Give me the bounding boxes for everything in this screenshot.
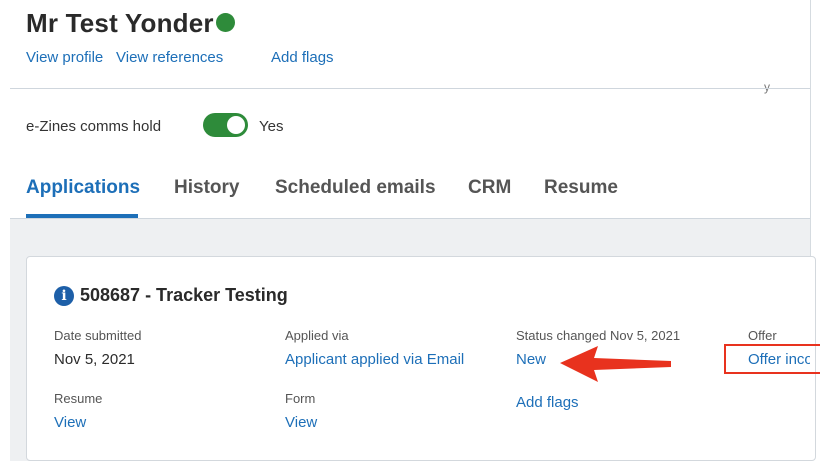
applied-via-label: Applied via (285, 328, 349, 343)
applied-via-link[interactable]: Applicant applied via Email (285, 351, 464, 368)
view-profile-link[interactable]: View profile (26, 49, 103, 66)
status-label: Status changed Nov 5, 2021 (516, 328, 681, 343)
online-status-icon (216, 13, 235, 32)
info-icon[interactable]: i (54, 286, 74, 306)
profile-header: Mr Test Yonder View profile View referen… (0, 0, 810, 88)
toggle-knob (227, 116, 245, 134)
tab-history[interactable]: History (174, 177, 239, 199)
header-divider (10, 88, 810, 89)
status-new-link[interactable]: New (516, 351, 546, 368)
date-submitted-label: Date submitted (54, 328, 142, 343)
tab-resume[interactable]: Resume (544, 177, 618, 199)
application-title: 508687 - Tracker Testing (80, 285, 288, 305)
resume-label: Resume (54, 391, 103, 406)
tab-crm[interactable]: CRM (468, 177, 511, 199)
truncated-glyph: y (764, 80, 770, 94)
view-references-link[interactable]: View references (116, 49, 223, 66)
form-view-link[interactable]: View (285, 414, 317, 431)
offer-label: Offer (748, 328, 777, 343)
date-submitted-value: Nov 5, 2021 (54, 351, 135, 368)
comms-hold-toggle[interactable] (203, 113, 248, 137)
comms-hold-label: e-Zines comms hold (26, 118, 162, 135)
resume-view-link[interactable]: View (54, 414, 86, 431)
red-arrow-annotation (560, 346, 671, 382)
comms-hold-value: Yes (259, 118, 284, 135)
candidate-name: Mr Test Yonder (26, 8, 214, 38)
header-add-flags-link[interactable]: Add flags (271, 49, 334, 66)
add-flags-link[interactable]: Add flags (516, 394, 579, 411)
tab-scheduled-emails[interactable]: Scheduled emails (275, 177, 436, 199)
tab-applications[interactable]: Applications (26, 177, 140, 199)
form-label: Form (285, 391, 316, 406)
offer-highlight-annotation (724, 344, 820, 374)
